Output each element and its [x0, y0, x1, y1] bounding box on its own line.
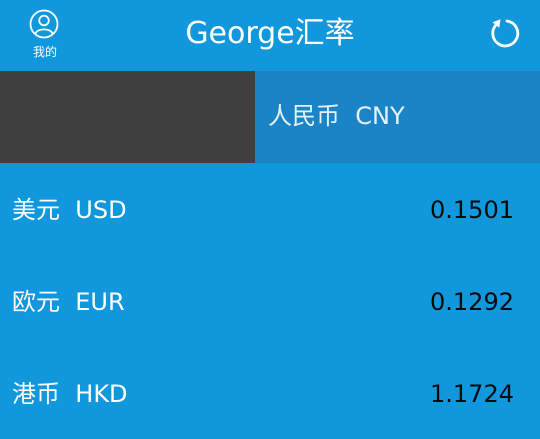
currency-code: HKD — [75, 380, 128, 408]
currency-name: 港币 — [12, 380, 60, 408]
rate-row-eur[interactable]: 欧元 EUR 0.1292 — [0, 255, 540, 347]
refresh-button[interactable] — [488, 14, 526, 52]
currency-code: EUR — [75, 288, 125, 316]
rate-row-hkd[interactable]: 港币 HKD 1.1724 — [0, 347, 540, 439]
base-amount-input[interactable] — [0, 71, 255, 163]
base-currency-code: CNY — [355, 102, 405, 130]
base-currency-name: 人民币 — [268, 102, 340, 130]
currency-name: 欧元 — [12, 288, 60, 316]
profile-button[interactable]: 我的 — [18, 6, 72, 64]
base-currency-selector[interactable]: 人民币 CNY — [255, 71, 540, 163]
currency-code: USD — [75, 196, 127, 224]
profile-label: 我的 — [32, 45, 57, 59]
currency-name: 美元 — [12, 196, 60, 224]
currency-label: 港币 HKD — [12, 377, 128, 411]
rate-value: 0.1292 — [430, 288, 514, 316]
user-icon — [29, 9, 59, 39]
rate-list: 美元 USD 0.1501 欧元 EUR 0.1292 港币 HKD 1.172… — [0, 163, 540, 439]
refresh-icon — [491, 19, 520, 48]
base-currency-row: 人民币 CNY — [0, 71, 540, 163]
rate-value: 1.1724 — [430, 380, 514, 408]
app-header: 我的 George汇率 — [0, 0, 540, 71]
currency-label: 美元 USD — [12, 193, 127, 227]
app-title: George汇率 — [185, 16, 355, 51]
rate-value: 0.1501 — [430, 196, 514, 224]
base-currency-label: 人民币 CNY — [268, 99, 405, 133]
rate-row-usd[interactable]: 美元 USD 0.1501 — [0, 163, 540, 255]
currency-label: 欧元 EUR — [12, 285, 125, 319]
